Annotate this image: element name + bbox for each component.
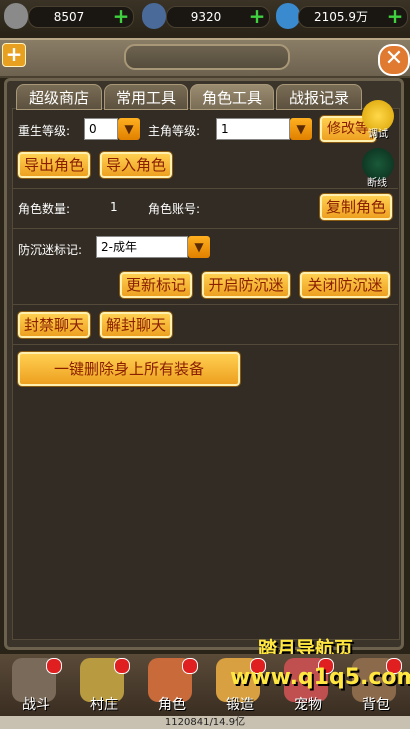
copy-role-button[interactable]: 复制角色 <box>320 194 392 220</box>
nav-character[interactable]: 角色 <box>144 656 200 716</box>
notification-dot <box>46 658 62 674</box>
anti-addiction-select[interactable]: 2-成年 <box>96 236 188 258</box>
watermark-url: www.q1q5.com <box>230 665 410 690</box>
rebirth-level-select[interactable]: 0 <box>84 118 118 140</box>
add-crystal-icon[interactable]: + <box>248 6 266 26</box>
unban-chat-button[interactable]: 解封聊天 <box>100 312 172 338</box>
notification-dot <box>182 658 198 674</box>
nav-battle-label: 战斗 <box>22 697 50 713</box>
crystal-icon <box>142 3 166 29</box>
chevron-down-icon[interactable]: ▼ <box>290 118 312 140</box>
crystal-value: 9320 <box>190 10 222 24</box>
coin-value: 8507 <box>53 10 85 24</box>
divider <box>12 228 398 229</box>
notification-dot <box>114 658 130 674</box>
nav-forge-label: 锻造 <box>226 697 254 713</box>
tab-super-shop[interactable]: 超级商店 <box>16 84 102 110</box>
crystal-counter: 9320 + <box>166 6 270 28</box>
gem-icon <box>276 3 300 29</box>
add-gem-icon[interactable]: + <box>386 6 404 26</box>
add-icon[interactable]: + <box>2 43 26 67</box>
nav-character-label: 角色 <box>158 697 186 713</box>
nav-pet-label: 宠物 <box>294 697 322 713</box>
title-plate <box>124 44 290 70</box>
export-role-button[interactable]: 导出角色 <box>18 152 90 178</box>
delete-all-equipment-button[interactable]: 一键删除身上所有装备 <box>18 352 240 386</box>
enable-anti-addiction-button[interactable]: 开启防沉迷 <box>202 272 290 298</box>
coin-icon <box>4 3 28 29</box>
nav-bag-label: 背包 <box>362 697 390 713</box>
disconnect-label: 断线 <box>367 178 387 189</box>
nav-village[interactable]: 村庄 <box>76 656 132 716</box>
close-icon[interactable]: ✕ <box>378 44 410 76</box>
main-level-label: 主角等级: <box>148 124 201 138</box>
footer-status: 1120841/14.9亿 <box>0 716 410 729</box>
divider <box>12 188 398 189</box>
anti-addiction-label: 防沉迷标记: <box>18 243 83 257</box>
gem-counter: 2105.9万 + <box>298 6 408 28</box>
role-count-value: 1 <box>110 200 118 214</box>
tab-common-tools[interactable]: 常用工具 <box>104 84 188 110</box>
disable-anti-addiction-button[interactable]: 关闭防沉迷 <box>300 272 390 298</box>
gem-value: 2105.9万 <box>314 10 368 24</box>
nav-battle[interactable]: 战斗 <box>8 656 64 716</box>
role-count-label: 角色数量: <box>18 202 71 216</box>
import-role-button[interactable]: 导入角色 <box>100 152 172 178</box>
ban-chat-button[interactable]: 封禁聊天 <box>18 312 90 338</box>
chevron-down-icon[interactable]: ▼ <box>188 236 210 258</box>
update-flag-button[interactable]: 更新标记 <box>120 272 192 298</box>
chevron-down-icon[interactable]: ▼ <box>118 118 140 140</box>
main-level-select[interactable]: 1 <box>216 118 290 140</box>
divider <box>12 344 398 345</box>
rebirth-level-label: 重生等级: <box>18 124 71 138</box>
nav-village-label: 村庄 <box>90 697 118 713</box>
coin-counter: 8507 + <box>28 6 134 28</box>
role-account-label: 角色账号: <box>148 202 201 216</box>
tab-battle-records[interactable]: 战报记录 <box>276 84 362 110</box>
debug-label: 调试 <box>368 129 388 140</box>
divider <box>12 304 398 305</box>
add-coin-icon[interactable]: + <box>112 6 130 26</box>
tab-role-tools[interactable]: 角色工具 <box>190 84 274 110</box>
